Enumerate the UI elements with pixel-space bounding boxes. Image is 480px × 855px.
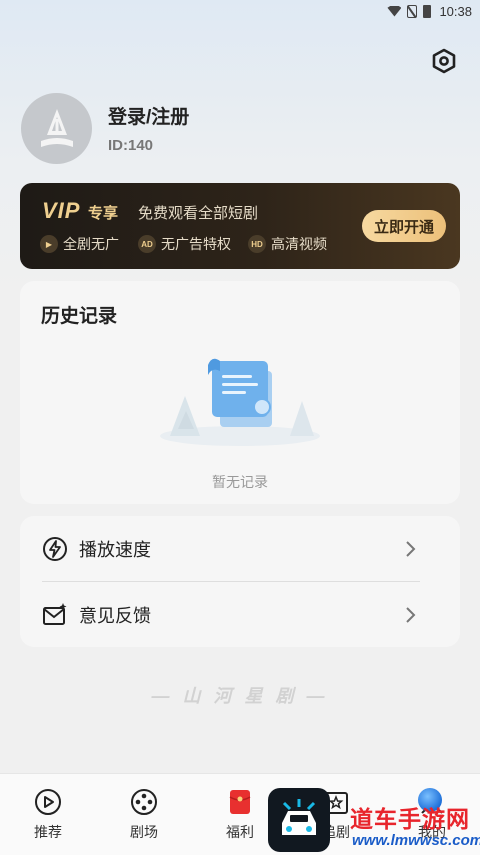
vip-feature-label: 高清视频 — [271, 236, 327, 252]
play-circle-icon — [35, 789, 61, 815]
avatar[interactable] — [21, 93, 92, 164]
menu-item-label: 播放速度 — [79, 539, 151, 560]
watermark-url: www.lmwwsc.com — [352, 832, 480, 849]
settings-menu: 播放速度 意见反馈 — [20, 516, 460, 647]
watermark-car-logo-icon — [268, 788, 330, 852]
menu-item-playback-speed[interactable]: 播放速度 — [20, 516, 460, 581]
status-time: 10:38 — [439, 3, 472, 19]
speed-bolt-icon — [43, 537, 67, 561]
vip-description: 免费观看全部短剧 — [138, 205, 259, 222]
film-reel-icon — [131, 789, 157, 815]
vip-logo: VIP — [42, 198, 81, 223]
battery-icon — [423, 4, 432, 18]
vip-feature-ad-free: AD 无广告特权 — [138, 234, 231, 254]
default-avatar-icon — [40, 108, 73, 147]
nav-tab-welfare[interactable]: 福利 — [210, 788, 270, 842]
vip-feature-label: 全剧无广 — [63, 236, 119, 252]
nav-label: 推荐 — [34, 824, 62, 840]
chevron-right-icon — [406, 607, 416, 623]
settings-button[interactable] — [430, 47, 458, 75]
watermark-overlay: 道车手游网 www.lmwwsc.com — [266, 788, 480, 855]
chevron-right-icon — [406, 541, 416, 557]
vip-banner[interactable]: VIP 专享 免费观看全部短剧 ▶ 全剧无广 AD 无广告特权 HD 高清视频 … — [20, 183, 460, 269]
vip-tag: 专享 — [88, 205, 119, 222]
history-empty-text: 暂无记录 — [212, 474, 268, 490]
settings-hexagon-icon — [432, 48, 456, 74]
vip-feature-hd: HD 高清视频 — [248, 234, 327, 254]
watermark-title: 道车手游网 — [350, 806, 470, 832]
nav-tab-recommend[interactable]: 推荐 — [18, 788, 78, 842]
video-icon: ▶ — [40, 235, 58, 253]
menu-item-feedback[interactable]: 意见反馈 — [20, 582, 460, 647]
nav-label: 剧场 — [130, 824, 158, 840]
nav-tab-theater[interactable]: 剧场 — [114, 788, 174, 842]
user-id: ID:140 — [108, 137, 154, 154]
wifi-icon — [387, 5, 402, 17]
nav-label: 福利 — [226, 824, 254, 840]
status-bar: 10:38 — [0, 0, 480, 22]
history-title: 历史记录 — [41, 306, 118, 327]
vip-feature-no-ads-drama: ▶ 全剧无广 — [40, 234, 119, 254]
red-envelope-icon — [229, 790, 251, 814]
vip-feature-label: 无广告特权 — [161, 236, 231, 252]
history-card: 历史记录 暂无记录 — [20, 281, 460, 504]
brand-mark: — 山 河 星 剧 — — [151, 686, 329, 706]
feedback-mail-icon — [43, 603, 67, 625]
ad-badge-icon: AD — [138, 235, 156, 253]
no-sim-icon — [407, 4, 418, 18]
empty-scroll-illustration-icon — [160, 358, 320, 446]
vip-open-button[interactable]: 立即开通 — [362, 210, 446, 242]
hd-badge-icon: HD — [248, 235, 266, 253]
menu-item-label: 意见反馈 — [79, 605, 151, 626]
login-register-link[interactable]: 登录/注册 — [108, 102, 189, 129]
